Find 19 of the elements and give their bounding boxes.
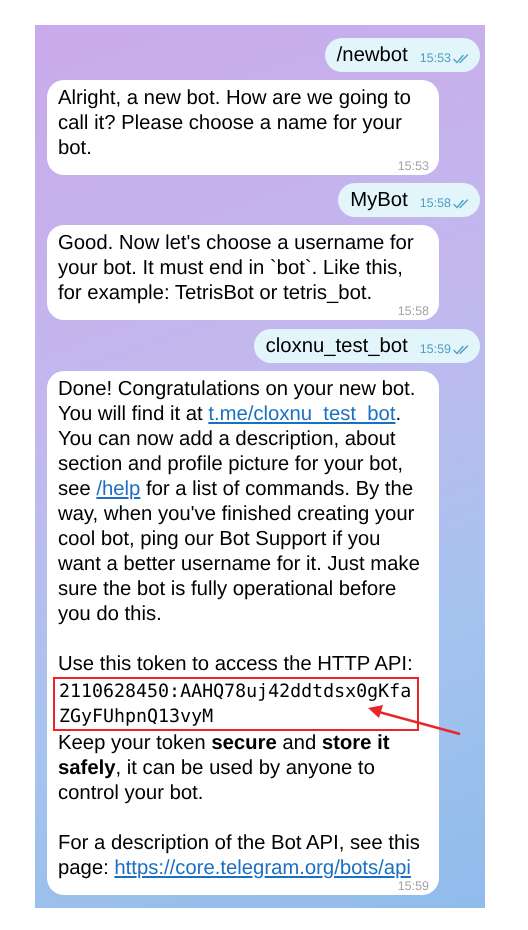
message-text: For a description of the Bot API, see this page: https://core.telegram.org/bots/api [58, 832, 420, 879]
message-time: 15:58 [420, 197, 451, 210]
message-time: 15:59 [398, 880, 429, 893]
message-text: cloxnu_test_bot [266, 335, 408, 357]
message-time: 15:58 [398, 305, 429, 318]
message-time: 15:59 [420, 343, 451, 356]
message-text: Use this token to access the HTTP API: [58, 653, 413, 675]
message-text: Done! Congratulations on your new bot. You will find it at t.me/cloxnu_test_bot. You can now add a description, about section and profile picture for your bot, see /help for a list of commands. By the way, when you've finished creating your cool bot, ping our Bot Support if you want a better username for it. Just make sure the bot is fully operational before you do this. [58, 378, 420, 625]
message-text: Keep your token secure and store it safely, it can be used by anyone to control your bot. [58, 732, 390, 804]
token-code: 2110628450:AAHQ78uj42ddtdsx0gKfaZGyFUhpnQ13vyM [53, 677, 420, 731]
message-text: MyBot [350, 189, 408, 211]
message-text: Alright, a new bot. How are we going to call it? Please choose a name for your bot. [58, 87, 411, 159]
message-text: /newbot [336, 44, 408, 66]
link[interactable]: /help [96, 478, 140, 500]
message-time: 15:53 [398, 160, 429, 173]
link[interactable]: https://core.telegram.org/bots/api [114, 857, 411, 879]
link[interactable]: t.me/cloxnu_test_bot [208, 403, 396, 425]
message-text: Good. Now let's choose a username for your bot. It must end in `bot`. Like this, for example: TetrisBot or tetris_bot. [58, 232, 414, 304]
message-time: 15:53 [420, 52, 451, 65]
